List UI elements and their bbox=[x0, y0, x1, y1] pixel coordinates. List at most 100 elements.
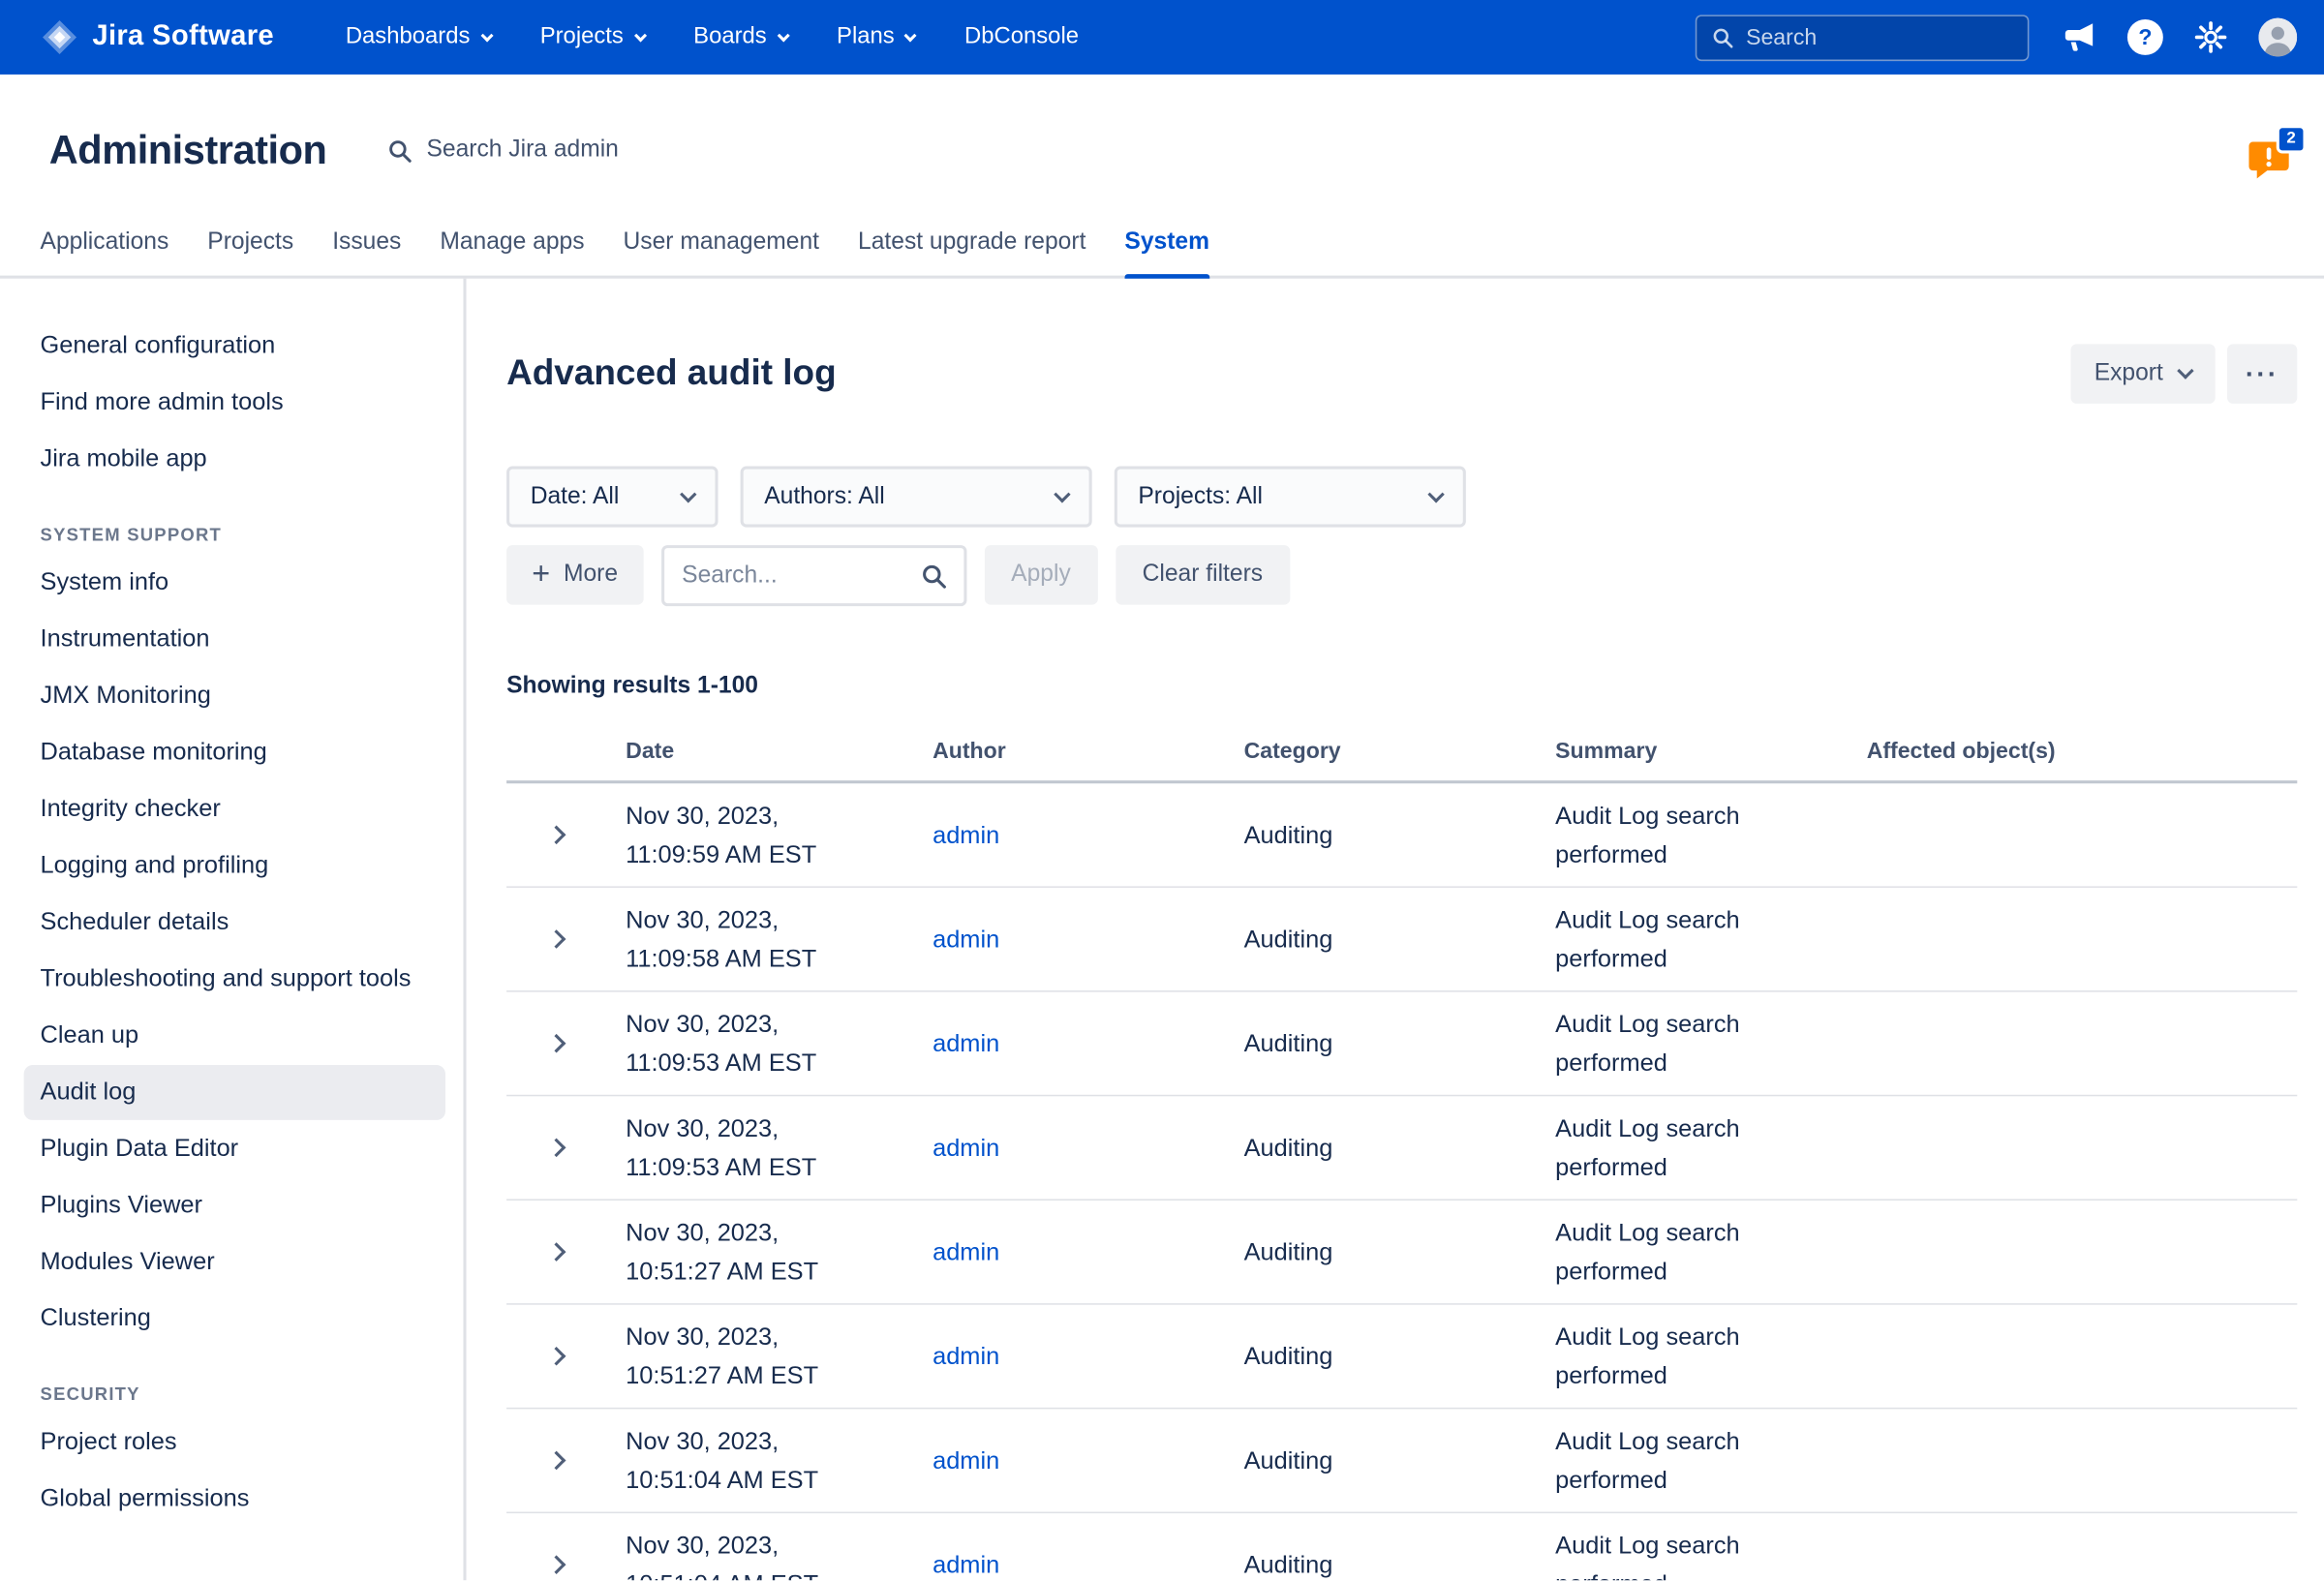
chevron-down-icon bbox=[1054, 485, 1070, 502]
chevron-down-icon bbox=[904, 29, 917, 42]
settings-gear-icon[interactable] bbox=[2193, 19, 2229, 55]
audit-log-table: DateAuthorCategorySummaryAffected object… bbox=[506, 739, 2297, 1580]
date-filter-dropdown[interactable]: Date: All bbox=[506, 467, 718, 528]
tab-system[interactable]: System bbox=[1124, 215, 1209, 276]
export-button[interactable]: Export bbox=[2070, 344, 2216, 404]
expand-row-icon[interactable] bbox=[547, 1034, 566, 1053]
sidebar-item-system-info[interactable]: System info bbox=[24, 556, 445, 611]
authors-filter-dropdown[interactable]: Authors: All bbox=[741, 467, 1092, 528]
cell-summary: Audit Log search performed bbox=[1555, 1005, 1867, 1082]
feedback-button[interactable]: 2 bbox=[2247, 137, 2291, 182]
topnav-item-boards[interactable]: Boards bbox=[693, 24, 787, 51]
topnav-item-dashboards[interactable]: Dashboards bbox=[346, 24, 491, 51]
sidebar-item-global-permissions[interactable]: Global permissions bbox=[24, 1472, 445, 1527]
sidebar-item-instrumentation[interactable]: Instrumentation bbox=[24, 612, 445, 667]
tab-applications[interactable]: Applications bbox=[41, 215, 169, 276]
topnav-item-label: Plans bbox=[837, 24, 895, 51]
sidebar-item-plugins-viewer[interactable]: Plugins Viewer bbox=[24, 1178, 445, 1233]
results-summary: Showing results 1-100 bbox=[506, 673, 2297, 700]
sidebar-item-general-configuration[interactable]: General configuration bbox=[24, 319, 445, 374]
admin-tabs: Applications Projects Issues Manage apps Use… bbox=[0, 215, 2324, 279]
tab-user-management[interactable]: User management bbox=[624, 215, 819, 276]
column-header-affected-object-s: Affected object(s) bbox=[1867, 739, 2298, 764]
cell-date: Nov 30, 2023,10:51:04 AM EST bbox=[626, 1526, 933, 1580]
sidebar-item-project-roles[interactable]: Project roles bbox=[24, 1415, 445, 1471]
sidebar-item-logging-and-profiling[interactable]: Logging and profiling bbox=[24, 838, 445, 894]
clear-filters-button[interactable]: Clear filters bbox=[1116, 545, 1290, 605]
megaphone-icon[interactable] bbox=[2059, 17, 2097, 56]
cell-summary: Audit Log search performed bbox=[1555, 1213, 1867, 1291]
page-title: Advanced audit log bbox=[506, 353, 837, 395]
cell-category: Auditing bbox=[1244, 1441, 1556, 1479]
sidebar-item-clean-up[interactable]: Clean up bbox=[24, 1009, 445, 1064]
author-link[interactable]: admin bbox=[933, 1135, 999, 1162]
topnav-item-projects[interactable]: Projects bbox=[540, 24, 645, 51]
cell-date: Nov 30, 2023,10:51:27 AM EST bbox=[626, 1318, 933, 1395]
sidebar-item-integrity-checker[interactable]: Integrity checker bbox=[24, 782, 445, 837]
expand-row-icon[interactable] bbox=[547, 1242, 566, 1262]
more-filters-label: More bbox=[564, 562, 618, 589]
expand-cell bbox=[506, 1558, 626, 1571]
topnav-item-plans[interactable]: Plans bbox=[837, 24, 915, 51]
admin-search[interactable]: Search Jira admin bbox=[387, 137, 618, 165]
sidebar-nav: General configurationFind more admin too… bbox=[0, 279, 467, 1581]
expand-row-icon[interactable] bbox=[547, 1347, 566, 1366]
admin-header: Administration Search Jira admin bbox=[0, 75, 2324, 176]
tab-projects[interactable]: Projects bbox=[207, 215, 293, 276]
tab-latest-upgrade-report[interactable]: Latest upgrade report bbox=[858, 215, 1086, 276]
jira-home-link[interactable]: Jira Software bbox=[41, 17, 274, 56]
author-link[interactable]: admin bbox=[933, 1238, 999, 1265]
column-header-date: Date bbox=[626, 739, 933, 764]
sidebar-section-header: SYSTEM SUPPORT bbox=[41, 525, 445, 546]
sidebar-item-scheduler-details[interactable]: Scheduler details bbox=[24, 896, 445, 951]
head-actions: Export ··· bbox=[2070, 344, 2297, 404]
expand-row-icon[interactable] bbox=[547, 929, 566, 949]
audit-table-head: DateAuthorCategorySummaryAffected object… bbox=[506, 739, 2297, 783]
sidebar-item-audit-log[interactable]: Audit log bbox=[24, 1065, 445, 1120]
cell-author: admin bbox=[933, 1024, 1244, 1063]
sidebar-item-modules-viewer[interactable]: Modules Viewer bbox=[24, 1234, 445, 1290]
author-link[interactable]: admin bbox=[933, 1030, 999, 1057]
expand-cell bbox=[506, 1245, 626, 1259]
expand-row-icon[interactable] bbox=[547, 1555, 566, 1574]
more-actions-button[interactable]: ··· bbox=[2227, 344, 2297, 404]
topnav-item-dbconsole[interactable]: DbConsole bbox=[964, 24, 1079, 51]
filter-row-1: Date: All Authors: All Projects: All bbox=[506, 467, 2297, 528]
sidebar-item-plugin-data-editor[interactable]: Plugin Data Editor bbox=[24, 1121, 445, 1176]
expand-row-icon[interactable] bbox=[547, 826, 566, 845]
expand-cell bbox=[506, 1454, 626, 1468]
chevron-down-icon bbox=[1427, 485, 1444, 502]
search-icon bbox=[1712, 26, 1734, 48]
topnav-item-label: Projects bbox=[540, 24, 624, 51]
sidebar-item-database-monitoring[interactable]: Database monitoring bbox=[24, 725, 445, 780]
expand-cell bbox=[506, 1350, 626, 1363]
author-link[interactable]: admin bbox=[933, 926, 999, 953]
topnav-search-input[interactable] bbox=[1746, 24, 2012, 49]
apply-button[interactable]: Apply bbox=[984, 545, 1097, 605]
sidebar-item-clustering[interactable]: Clustering bbox=[24, 1292, 445, 1347]
tab-manage-apps[interactable]: Manage apps bbox=[440, 215, 584, 276]
author-link[interactable]: admin bbox=[933, 1343, 999, 1370]
projects-filter-dropdown[interactable]: Projects: All bbox=[1115, 467, 1466, 528]
cell-summary: Audit Log search performed bbox=[1555, 796, 1867, 873]
cell-date: Nov 30, 2023,10:51:04 AM EST bbox=[626, 1421, 933, 1499]
more-filters-button[interactable]: + More bbox=[506, 545, 643, 605]
sidebar-item-jmx-monitoring[interactable]: JMX Monitoring bbox=[24, 669, 445, 724]
expand-row-icon[interactable] bbox=[547, 1139, 566, 1158]
help-icon[interactable]: ? bbox=[2127, 19, 2163, 55]
tab-issues[interactable]: Issues bbox=[332, 215, 401, 276]
audit-search[interactable] bbox=[661, 545, 966, 606]
author-link[interactable]: admin bbox=[933, 821, 999, 848]
topnav-menu: Dashboards Projects Boards Plans DbConsole bbox=[346, 24, 1079, 51]
topnav-search[interactable] bbox=[1696, 15, 2030, 61]
sidebar-item-troubleshooting-and-support-tools[interactable]: Troubleshooting and support tools bbox=[24, 952, 445, 1007]
sidebar-item-jira-mobile-app[interactable]: Jira mobile app bbox=[24, 432, 445, 487]
chevron-down-icon bbox=[680, 485, 696, 502]
expand-row-icon[interactable] bbox=[547, 1451, 566, 1471]
chevron-down-icon bbox=[480, 29, 493, 42]
author-link[interactable]: admin bbox=[933, 1447, 999, 1475]
user-avatar[interactable] bbox=[2258, 17, 2297, 56]
audit-search-input[interactable] bbox=[682, 562, 908, 590]
sidebar-item-find-more-admin-tools[interactable]: Find more admin tools bbox=[24, 376, 445, 431]
author-link[interactable]: admin bbox=[933, 1551, 999, 1578]
